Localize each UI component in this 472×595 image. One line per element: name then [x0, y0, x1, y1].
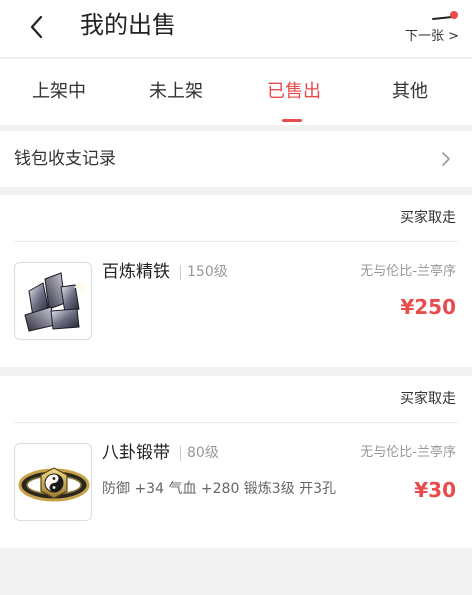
- iron-ingot-icon: [24, 272, 89, 332]
- divider: [14, 241, 458, 242]
- tab-listed[interactable]: 上架中: [32, 79, 86, 105]
- order-card[interactable]: 买家取走 百炼精铁 150级 无与伦比-兰亭序 ¥250: [0, 195, 472, 367]
- notification-dot: [450, 11, 458, 19]
- item-price: ¥30: [414, 478, 456, 502]
- back-button[interactable]: [26, 12, 50, 42]
- separator: [180, 446, 181, 461]
- tab-bar: 上架中 未上架 已售出 其他: [0, 59, 472, 125]
- tab-other[interactable]: 其他: [392, 79, 428, 105]
- order-status: 买家取走: [400, 210, 456, 226]
- item-name: 八卦锻带: [102, 443, 170, 463]
- more-menu-icon[interactable]: [430, 10, 458, 24]
- order-status: 买家取走: [400, 391, 456, 407]
- order-card[interactable]: 买家取走 八卦锻带 80级 无与伦比-兰亭序 防御 +34 气血 +280 锻炼…: [0, 376, 472, 548]
- item-attributes: 防御 +34 气血 +280 锻炼3级 开3孔: [102, 481, 337, 497]
- divider: [14, 422, 458, 423]
- seller-name: 无与伦比-兰亭序: [360, 445, 456, 460]
- item-name: 百炼精铁: [102, 262, 170, 282]
- chevron-left-icon: [30, 15, 43, 39]
- item-level: 80级: [187, 445, 219, 461]
- active-tab-indicator: [282, 119, 302, 122]
- item-price: ¥250: [400, 295, 456, 319]
- page-title: 我的出售: [80, 11, 176, 39]
- bagua-belt-icon: [18, 467, 90, 502]
- tab-unlisted[interactable]: 未上架: [149, 79, 203, 105]
- chevron-right-icon: [440, 151, 452, 167]
- next-page-button[interactable]: 下一张 >: [405, 27, 459, 47]
- item-thumbnail: [14, 443, 92, 521]
- item-level: 150级: [187, 264, 228, 280]
- tab-sold[interactable]: 已售出: [267, 79, 321, 105]
- separator: [180, 265, 181, 280]
- wallet-records-row[interactable]: 钱包收支记录: [0, 131, 472, 187]
- item-thumbnail: [14, 262, 92, 340]
- wallet-records-label: 钱包收支记录: [14, 149, 116, 169]
- header-bar: 我的出售 下一张 >: [0, 0, 472, 58]
- seller-name: 无与伦比-兰亭序: [360, 264, 456, 279]
